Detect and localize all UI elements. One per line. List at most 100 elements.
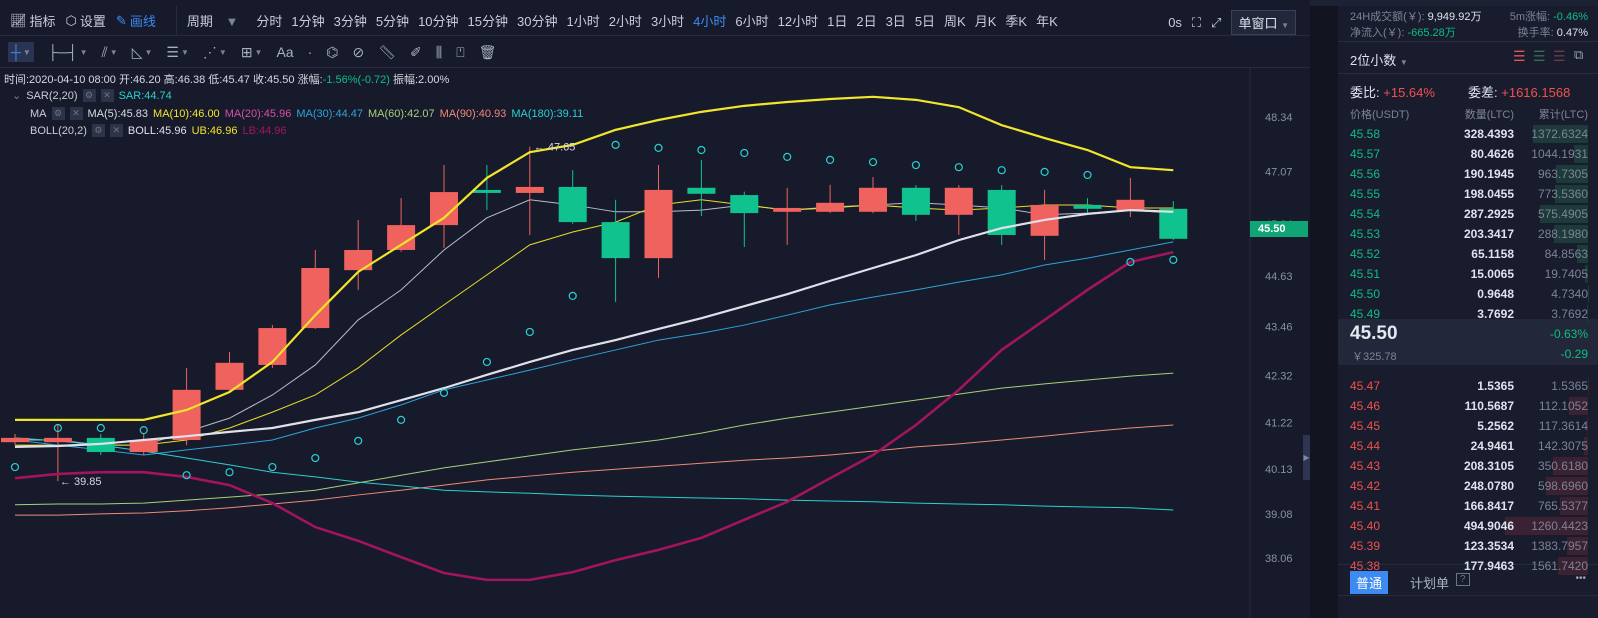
trash-tool[interactable]: 🗑︎ (479, 44, 497, 61)
period-1[interactable]: 1分钟 (291, 11, 324, 30)
period-9[interactable]: 3小时 (651, 11, 684, 30)
candle-body (816, 202, 845, 212)
crosshair-tool[interactable]: ┼ ▼ (8, 42, 34, 62)
period-14[interactable]: 2日 (856, 11, 876, 30)
sar-dot (397, 415, 406, 424)
period-13[interactable]: 1日 (827, 11, 847, 30)
ask-row[interactable]: 45.51 15.0065 19.7405 (1338, 264, 1598, 284)
lock-tool[interactable]: ⍞ (456, 44, 464, 61)
ask-row[interactable]: 45.56 190.1945 963.7305 (1338, 164, 1598, 184)
text-tool[interactable]: · (308, 44, 313, 60)
ask-row[interactable]: 45.54 287.2925 575.4905 (1338, 204, 1598, 224)
parallel-lines-tool[interactable]: ☰ ▼ (166, 44, 188, 61)
text-tool[interactable]: Aa (276, 44, 293, 60)
bid-row[interactable]: 45.38 177.9463 1561.7420 (1338, 556, 1598, 576)
fibonacci-tool[interactable]: ⋰ ▼ (203, 44, 227, 61)
bid-row[interactable]: 45.47 1.5365 1.5365 (1338, 376, 1598, 396)
period-0[interactable]: 分时 (256, 11, 282, 30)
close-icon[interactable]: ✕ (109, 124, 123, 137)
bid-row[interactable]: 45.45 5.2562 117.3614 (1338, 416, 1598, 436)
rectangle-icon: ⊞ (240, 43, 253, 60)
period-6[interactable]: 30分钟 (517, 11, 557, 30)
decimals-select[interactable]: 2位小数 ▼ (1350, 50, 1408, 69)
last-change: -0.29 (1560, 347, 1588, 361)
settings-button[interactable]: ⬡ 设置 (66, 11, 106, 30)
total: 1260.4423 (1531, 519, 1588, 533)
bid-row[interactable]: 45.44 24.9461 142.3075 (1338, 436, 1598, 456)
popout-icon[interactable]: ⧉ (1574, 47, 1583, 63)
ruler-tool[interactable]: 📏︎ (378, 44, 396, 61)
period-15[interactable]: 3日 (886, 11, 906, 30)
settings-icon[interactable]: ⚙ (82, 89, 96, 102)
expand-icon[interactable]: ⤢ (1211, 15, 1221, 31)
diff-value: +1616.1568 (1501, 85, 1571, 100)
order-ratio: 委比: +15.64% (1350, 82, 1435, 101)
ask-row[interactable]: 45.58 328.4393 1372.6324 (1338, 124, 1598, 144)
trash-icon: 🗑︎ (478, 43, 497, 60)
bid-row[interactable]: 45.42 248.0780 598.6960 (1338, 476, 1598, 496)
close-icon[interactable]: ✕ (69, 107, 83, 120)
collapse-sidebar-handle[interactable]: ▶ (1303, 435, 1310, 480)
ask-row[interactable]: 45.50 0.9648 4.7340 (1338, 284, 1598, 304)
candle-body (944, 187, 973, 215)
period-4[interactable]: 10分钟 (418, 11, 458, 30)
window-mode-select[interactable]: 单窗口 ▼ (1231, 10, 1296, 35)
both-sides-view-icon[interactable]: ☰ (1513, 48, 1526, 65)
bid-row[interactable]: 45.40 494.9046 1260.4423 (1338, 516, 1598, 536)
price: 45.51 (1350, 267, 1381, 281)
bids-view-icon[interactable]: ☰ (1533, 48, 1546, 65)
bid-row[interactable]: 45.39 123.3534 1383.7957 (1338, 536, 1598, 556)
period-5[interactable]: 15分钟 (468, 11, 508, 30)
ask-row[interactable]: 45.53 203.3417 288.1980 (1338, 224, 1598, 244)
indicators-button[interactable]: 📈︎ 指标 (10, 11, 56, 30)
ohlc-time: 时间:2020-04-10 08:00 (4, 74, 116, 86)
ask-row[interactable]: 45.55 198.0455 773.5360 (1338, 184, 1598, 204)
sar-dot (1040, 167, 1049, 177)
period-dropdown[interactable]: 周期 ▼ (187, 11, 248, 30)
period-16[interactable]: 5日 (915, 11, 935, 30)
amount: 166.8417 (1463, 499, 1514, 513)
period-18[interactable]: 月K (975, 11, 997, 30)
draw-button[interactable]: ✎ 画线 (116, 11, 156, 30)
period-20[interactable]: 年K (1036, 11, 1058, 30)
bid-row[interactable]: 45.41 166.8417 765.5377 (1338, 496, 1598, 516)
period-3[interactable]: 5分钟 (376, 11, 409, 30)
angle-tool[interactable]: ◺ ▼ (132, 44, 153, 61)
ask-row[interactable]: 45.52 65.1158 84.8563 (1338, 244, 1598, 264)
rectangle-tool[interactable]: ⊞ ▼ (241, 44, 263, 61)
bid-row[interactable]: 45.43 208.3105 350.6180 (1338, 456, 1598, 476)
pencil-tool[interactable]: ✐ (410, 44, 422, 61)
sar-dot (482, 357, 491, 367)
sar-dot (1169, 255, 1178, 264)
fullscreen-icon[interactable]: ⛶ (1192, 15, 1201, 31)
ask-row[interactable]: 45.49 3.7692 3.7692 (1338, 304, 1598, 324)
sar-dot (525, 327, 534, 337)
magnet-tool[interactable]: ⊘ (353, 44, 365, 61)
measure-tool[interactable]: ⫼ (436, 44, 442, 61)
caret-down-icon: ▼ (254, 47, 263, 57)
ratio-label: 委比: (1350, 85, 1380, 100)
candlestick-chart[interactable]: 48.3447.0745.8444.6343.4642.3241.2240.13… (0, 0, 1310, 618)
text-icon: · (307, 44, 313, 60)
period-17[interactable]: 周K (944, 11, 966, 30)
last-price-cny: ￥325.78 (1352, 351, 1397, 363)
settings-icon[interactable]: ⚙ (51, 107, 65, 120)
period-11[interactable]: 6小时 (735, 11, 768, 30)
horizontal-line-tool[interactable]: ├─┤ ▼ (48, 44, 88, 60)
asks-view-icon[interactable]: ☰ (1553, 48, 1566, 65)
period-12[interactable]: 12小时 (778, 11, 818, 30)
ask-row[interactable]: 45.57 80.4626 1044.1931 (1338, 144, 1598, 164)
settings-icon[interactable]: ⚙ (91, 124, 105, 137)
bid-row[interactable]: 45.46 110.5687 112.1052 (1338, 396, 1598, 416)
period-19[interactable]: 季K (1005, 11, 1027, 30)
collapse-chevron-icon[interactable]: ⌄ (12, 89, 21, 102)
trend-lines-tool[interactable]: ⫽ ▼ (102, 44, 118, 61)
caret-down-icon: ▼ (109, 47, 118, 57)
sar-dot (10, 462, 20, 472)
period-8[interactable]: 2小时 (609, 11, 642, 30)
close-icon[interactable]: ✕ (100, 89, 114, 102)
period-7[interactable]: 1小时 (566, 11, 599, 30)
pattern-tool[interactable]: ⌬ (326, 44, 338, 61)
period-10[interactable]: 4小时 (693, 11, 726, 30)
period-2[interactable]: 3分钟 (334, 11, 367, 30)
